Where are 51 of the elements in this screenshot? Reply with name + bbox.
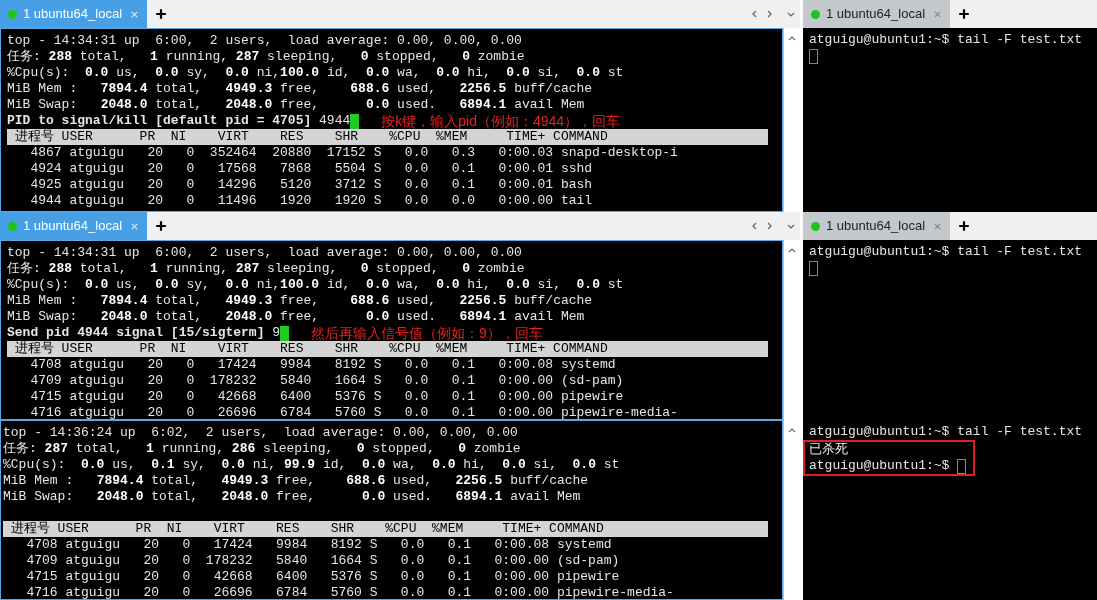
process-table-header: 进程号 USER PR NI VIRT RES SHR %CPU %MEM TIME+ COMMAND — [3, 521, 768, 537]
terminal-line: top - 14:34:31 up 6:00, 2 users, load average: 0.00, 0.00, 0.00 — [7, 33, 523, 49]
terminal-line: atguigu@ubuntu1:~$ tail -F test.txt — [809, 244, 1083, 260]
process-row-text: 4867 atguigu 20 0 352464 20880 17152 S 0.0 0.3 0:00.03 snapd-desktop-i — [29, 145, 679, 161]
terminal-line: top - 14:34:31 up 6:00, 2 users, load average: 0.00, 0.00, 0.00 — [7, 245, 523, 261]
terminal-line: MiB Swap: 2048.0 total, 2048.0 free, 0.0 used. 6894.1 avail Mem — [7, 97, 586, 113]
process-row-text: 4715 atguigu 20 0 42668 6400 5376 S 0.0 0.1 0:00.00 pipewire — [25, 569, 621, 585]
annotation-text: 按k键，输入pid（例如：4944），回车 — [381, 113, 621, 129]
terminal-line: 任务: 288 total, 1 running, 287 sleeping, 0 stopped, 0 zombie — [7, 261, 526, 277]
terminal-line: %Cpu(s): 0.0 us, 0.0 sy, 0.0 ni,100.0 id, 0.0 wa, 0.0 hi, 0.0 si, 0.0 st — [7, 65, 625, 81]
connected-status-icon — [8, 221, 17, 231]
process-row-text: 4944 atguigu 20 0 11496 1920 1920 S 0.0 0.0 0:00.00 tail — [29, 193, 594, 209]
connected-status-icon — [811, 221, 820, 231]
terminal-line: %Cpu(s): 0.0 us, 0.1 sy, 0.0 ni, 99.9 id, 0.0 wa, 0.0 hi, 0.0 si, 0.0 st — [3, 457, 621, 473]
add-tab-icon[interactable] — [155, 220, 167, 232]
terminal-line: 任务: 287 total, 1 running, 286 sleeping, 0 stopped, 0 zombie — [3, 441, 522, 457]
terminal-line: MiB Mem : 7894.4 total, 4949.3 free, 688.6 used, 2256.5 buff/cache — [3, 473, 590, 489]
connected-status-icon — [811, 9, 820, 19]
terminal-line: 任务: 288 total, 1 running, 287 sleeping, 0 stopped, 0 zombie — [7, 49, 526, 65]
terminal-line: 已杀死 — [809, 442, 848, 458]
process-row-text: 4716 atguigu 20 0 26696 6784 5760 S 0.0 0.1 0:00.00 pipewire-media- — [29, 405, 679, 419]
process-row-text: 4925 atguigu 20 0 14296 5120 3712 S 0.0 0.1 0:00.01 bash — [29, 177, 594, 193]
process-row-text: 4716 atguigu 20 0 26696 6784 5760 S 0.0 0.1 0:00.00 pipewire-media- — [25, 585, 675, 599]
add-tab-icon[interactable] — [958, 8, 970, 20]
process-row-text: 4924 atguigu 20 0 17568 7868 5504 S 0.0 0.1 0:00.01 sshd — [29, 161, 594, 177]
session-tab[interactable]: 1 ubuntu64_local — [803, 0, 950, 28]
process-row-text: 4709 atguigu 20 0 178232 5840 1664 S 0.0 0.1 0:00.00 (sd-pam) — [25, 553, 621, 569]
terminal-line: MiB Swap: 2048.0 total, 2048.0 free, 0.0 used. 6894.1 avail Mem — [7, 309, 586, 325]
terminal-line: atguigu@ubuntu1:~$ — [809, 458, 950, 474]
terminal-line: %Cpu(s): 0.0 us, 0.0 sy, 0.0 ni,100.0 id, 0.0 wa, 0.0 hi, 0.0 si, 0.0 st — [7, 277, 625, 293]
prompt-text: Send pid 4944 signal [15/sigterm] — [7, 325, 265, 341]
terminal-line: MiB Swap: 2048.0 total, 2048.0 free, 0.0 used. 6894.1 avail Mem — [3, 489, 582, 505]
terminal-line: MiB Mem : 7894.4 total, 4949.3 free, 688.6 used, 2256.5 buff/cache — [7, 81, 594, 97]
terminal-line: atguigu@ubuntu1:~$ tail -F test.txt — [809, 424, 1083, 440]
session-tab[interactable]: 1 ubuntu64_local — [803, 212, 950, 240]
prompt-text: PID to signal/kill [default pid = 4705] — [7, 113, 312, 129]
annotation-text: 然后再输入信号值（例如：9），回车 — [311, 325, 543, 341]
process-table-header: 进程号 USER PR NI VIRT RES SHR %CPU %MEM TIME+ COMMAND — [7, 341, 768, 357]
connected-status-icon — [8, 9, 17, 19]
add-tab-icon[interactable] — [155, 8, 167, 20]
process-row-text: 4708 atguigu 20 0 17424 9984 8192 S 0.0 0.1 0:00.08 systemd — [25, 537, 613, 553]
input-text[interactable]: 9 — [272, 325, 281, 341]
terminal-line: top - 14:36:24 up 6:02, 2 users, load average: 0.00, 0.00, 0.00 — [3, 425, 519, 441]
process-row-text: 4709 atguigu 20 0 178232 5840 1664 S 0.0 0.1 0:00.00 (sd-pam) — [29, 373, 625, 389]
input-text[interactable]: 4944 — [319, 113, 351, 129]
process-table-header: 进程号 USER PR NI VIRT RES SHR %CPU %MEM TIME+ COMMAND — [7, 129, 768, 145]
process-row-text: 4715 atguigu 20 0 42668 6400 5376 S 0.0 0.1 0:00.00 pipewire — [29, 389, 625, 405]
terminal-line: atguigu@ubuntu1:~$ tail -F test.txt — [809, 32, 1083, 48]
process-row-text: 4708 atguigu 20 0 17424 9984 8192 S 0.0 0.1 0:00.08 systemd — [29, 357, 617, 373]
add-tab-icon[interactable] — [958, 220, 970, 232]
terminal-line: MiB Mem : 7894.4 total, 4949.3 free, 688.6 used, 2256.5 buff/cache — [7, 293, 594, 309]
